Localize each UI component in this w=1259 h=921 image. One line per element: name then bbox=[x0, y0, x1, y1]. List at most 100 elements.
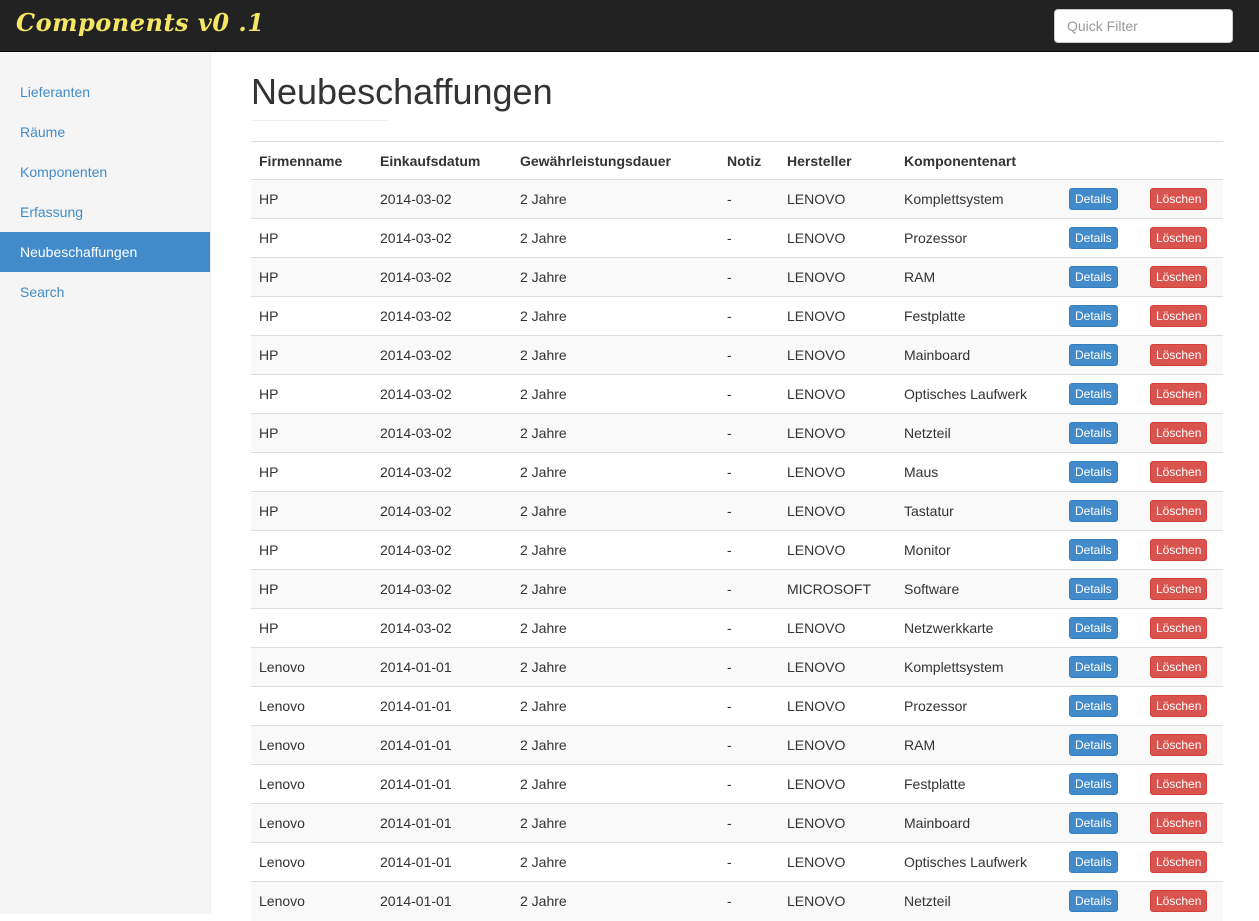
delete-button[interactable]: Löschen bbox=[1150, 383, 1208, 405]
column-header-details bbox=[1061, 141, 1142, 180]
delete-button[interactable]: Löschen bbox=[1150, 773, 1208, 795]
delete-button[interactable]: Löschen bbox=[1150, 461, 1208, 483]
quick-filter-input[interactable] bbox=[1054, 9, 1233, 43]
details-button[interactable]: Details bbox=[1069, 734, 1118, 756]
table-row: HP 2014-03-02 2 Jahre - LENOVO Maus Details Lös… bbox=[251, 452, 1223, 492]
cell-gewaehrleistungsdauer: 2 Jahre bbox=[512, 491, 719, 531]
details-button[interactable]: Details bbox=[1069, 266, 1118, 288]
sidebar-item-search[interactable]: Search bbox=[0, 272, 210, 312]
details-button[interactable]: Details bbox=[1069, 656, 1118, 678]
cell-notiz: - bbox=[719, 257, 779, 297]
details-button[interactable]: Details bbox=[1069, 578, 1118, 600]
sidebar-item-lieferanten[interactable]: Lieferanten bbox=[0, 72, 210, 112]
table-row: HP 2014-03-02 2 Jahre - LENOVO Optisches Lauf… bbox=[251, 374, 1223, 414]
delete-button[interactable]: Löschen bbox=[1150, 695, 1208, 717]
delete-button[interactable]: Löschen bbox=[1150, 734, 1208, 756]
cell-delete-action: Löschen bbox=[1142, 296, 1223, 336]
delete-button[interactable]: Löschen bbox=[1150, 656, 1208, 678]
cell-notiz: - bbox=[719, 842, 779, 882]
cell-einkaufsdatum: 2014-03-02 bbox=[372, 218, 512, 258]
details-button[interactable]: Details bbox=[1069, 539, 1118, 561]
cell-details-action: Details bbox=[1061, 764, 1142, 804]
cell-hersteller: LENOVO bbox=[779, 374, 896, 414]
delete-button[interactable]: Löschen bbox=[1150, 500, 1208, 522]
delete-button[interactable]: Löschen bbox=[1150, 578, 1208, 600]
details-button[interactable]: Details bbox=[1069, 461, 1118, 483]
cell-komponentenart: Komplettsystem bbox=[896, 179, 1061, 219]
cell-notiz: - bbox=[719, 452, 779, 492]
details-button[interactable]: Details bbox=[1069, 617, 1118, 639]
cell-hersteller: LENOVO bbox=[779, 491, 896, 531]
delete-button[interactable]: Löschen bbox=[1150, 890, 1208, 913]
cell-einkaufsdatum: 2014-03-02 bbox=[372, 608, 512, 648]
sidebar-item-komponenten[interactable]: Komponenten bbox=[0, 152, 210, 192]
cell-delete-action: Löschen bbox=[1142, 179, 1223, 219]
details-button[interactable]: Details bbox=[1069, 227, 1118, 249]
details-button[interactable]: Details bbox=[1069, 890, 1118, 913]
cell-komponentenart: RAM bbox=[896, 257, 1061, 297]
delete-button[interactable]: Löschen bbox=[1150, 539, 1208, 561]
cell-firmenname: Lenovo bbox=[251, 881, 372, 921]
cell-delete-action: Löschen bbox=[1142, 881, 1223, 921]
cell-details-action: Details bbox=[1061, 491, 1142, 531]
delete-button[interactable]: Löschen bbox=[1150, 344, 1208, 366]
details-button[interactable]: Details bbox=[1069, 188, 1118, 210]
cell-hersteller: LENOVO bbox=[779, 218, 896, 258]
table-row: Lenovo 2014-01-01 2 Jahre - LENOVO Mainboard D… bbox=[251, 803, 1223, 843]
cell-komponentenart: Software bbox=[896, 569, 1061, 609]
column-header-komponentenart: Komponentenart bbox=[896, 141, 1061, 180]
sidebar-item-raeume[interactable]: Räume bbox=[0, 112, 210, 152]
cell-notiz: - bbox=[719, 491, 779, 531]
cell-delete-action: Löschen bbox=[1142, 803, 1223, 843]
cell-notiz: - bbox=[719, 179, 779, 219]
cell-einkaufsdatum: 2014-01-01 bbox=[372, 725, 512, 765]
details-button[interactable]: Details bbox=[1069, 851, 1118, 873]
sidebar-item-neubeschaffungen[interactable]: Neubeschaffungen bbox=[0, 232, 210, 272]
cell-einkaufsdatum: 2014-03-02 bbox=[372, 452, 512, 492]
cell-gewaehrleistungsdauer: 2 Jahre bbox=[512, 764, 719, 804]
details-button[interactable]: Details bbox=[1069, 695, 1118, 717]
cell-hersteller: LENOVO bbox=[779, 413, 896, 453]
details-button[interactable]: Details bbox=[1069, 812, 1118, 834]
cell-einkaufsdatum: 2014-01-01 bbox=[372, 803, 512, 843]
cell-hersteller: LENOVO bbox=[779, 257, 896, 297]
cell-firmenname: Lenovo bbox=[251, 764, 372, 804]
cell-notiz: - bbox=[719, 413, 779, 453]
delete-button[interactable]: Löschen bbox=[1150, 227, 1208, 249]
cell-delete-action: Löschen bbox=[1142, 257, 1223, 297]
cell-details-action: Details bbox=[1061, 296, 1142, 336]
cell-notiz: - bbox=[719, 296, 779, 336]
column-header-einkaufsdatum: Einkaufsdatum bbox=[372, 141, 512, 180]
sidebar-item-erfassung[interactable]: Erfassung bbox=[0, 192, 210, 232]
details-button[interactable]: Details bbox=[1069, 773, 1118, 795]
cell-firmenname: HP bbox=[251, 257, 372, 297]
details-button[interactable]: Details bbox=[1069, 383, 1118, 405]
cell-gewaehrleistungsdauer: 2 Jahre bbox=[512, 374, 719, 414]
details-button[interactable]: Details bbox=[1069, 500, 1118, 522]
details-button[interactable]: Details bbox=[1069, 305, 1118, 327]
column-header-firmenname: Firmenname bbox=[251, 141, 372, 180]
cell-gewaehrleistungsdauer: 2 Jahre bbox=[512, 452, 719, 492]
details-button[interactable]: Details bbox=[1069, 344, 1118, 366]
details-button[interactable]: Details bbox=[1069, 422, 1118, 444]
cell-komponentenart: Festplatte bbox=[896, 296, 1061, 336]
cell-gewaehrleistungsdauer: 2 Jahre bbox=[512, 725, 719, 765]
delete-button[interactable]: Löschen bbox=[1150, 812, 1208, 834]
delete-button[interactable]: Löschen bbox=[1150, 305, 1208, 327]
cell-firmenname: HP bbox=[251, 569, 372, 609]
cell-notiz: - bbox=[719, 218, 779, 258]
delete-button[interactable]: Löschen bbox=[1150, 617, 1208, 639]
table-row: HP 2014-03-02 2 Jahre - LENOVO RAM Details Lösc… bbox=[251, 257, 1223, 297]
main-content: Neubeschaffungen Firmenname Einkaufsdatu… bbox=[251, 52, 1223, 921]
cell-firmenname: HP bbox=[251, 530, 372, 570]
cell-firmenname: HP bbox=[251, 296, 372, 336]
table-row: HP 2014-03-02 2 Jahre - LENOVO Prozessor Detai… bbox=[251, 218, 1223, 258]
delete-button[interactable]: Löschen bbox=[1150, 851, 1208, 873]
cell-firmenname: HP bbox=[251, 491, 372, 531]
cell-details-action: Details bbox=[1061, 608, 1142, 648]
delete-button[interactable]: Löschen bbox=[1150, 188, 1208, 210]
page-title: Neubeschaffungen bbox=[251, 71, 553, 112]
app-brand-logo[interactable]: Components v0 .1 bbox=[16, 8, 264, 37]
delete-button[interactable]: Löschen bbox=[1150, 266, 1208, 288]
delete-button[interactable]: Löschen bbox=[1150, 422, 1208, 444]
